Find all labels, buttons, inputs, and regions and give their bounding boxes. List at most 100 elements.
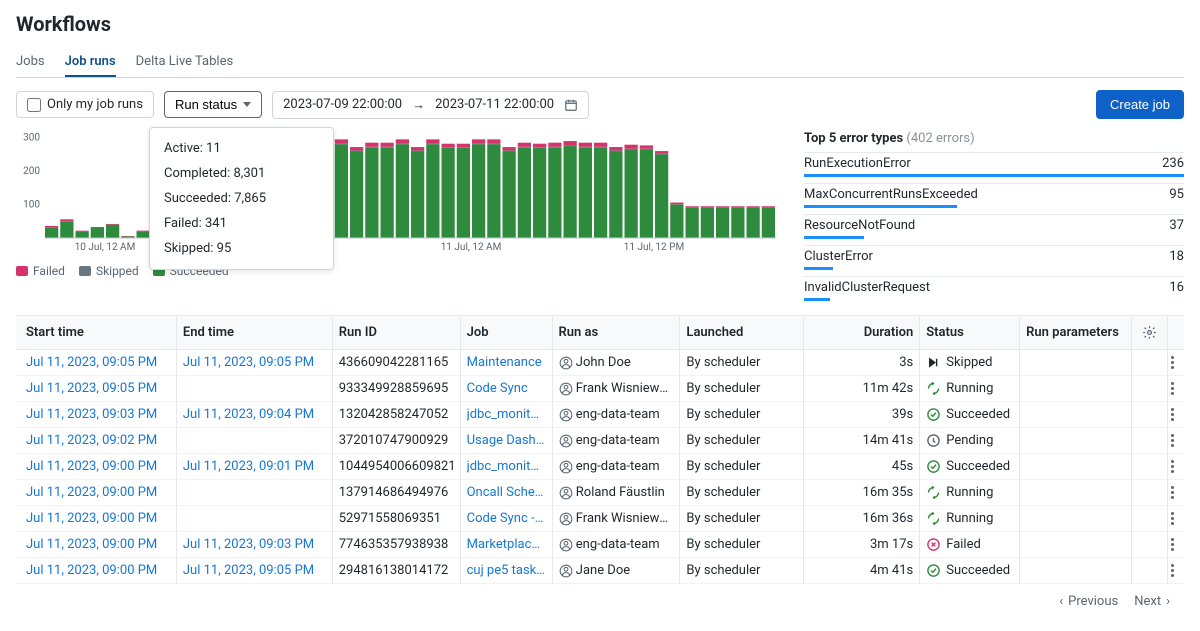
svg-text:11 Jul, 12 PM: 11 Jul, 12 PM (624, 242, 684, 253)
kebab-menu[interactable] (1171, 382, 1174, 395)
job-link[interactable]: jdbc_monitoring (467, 407, 546, 422)
error-bar (804, 267, 833, 270)
error-row[interactable]: ClusterError18 (804, 245, 1184, 276)
start-time-link[interactable]: Jul 11, 2023, 09:05 PM (26, 381, 157, 396)
job-link[interactable]: Maintenance (467, 355, 542, 370)
launched-by: By scheduler (679, 402, 803, 427)
col-runid[interactable]: Run ID (332, 316, 460, 349)
duration: 16m 35s (803, 480, 919, 505)
runas-name: Frank Wisniewski (576, 381, 674, 396)
date-from: 2023-07-09 22:00:00 (283, 97, 402, 112)
prev-page[interactable]: ‹ Previous (1059, 594, 1118, 609)
error-row[interactable]: ResourceNotFound37 (804, 214, 1184, 245)
error-name: MaxConcurrentRunsExceeded (804, 187, 978, 202)
start-time-link[interactable]: Jul 11, 2023, 09:00 PM (26, 511, 157, 526)
end-time-link[interactable]: Jul 11, 2023, 09:04 PM (183, 407, 314, 422)
error-count: 95 (1169, 187, 1184, 202)
start-time-link[interactable]: Jul 11, 2023, 09:00 PM (26, 563, 157, 578)
tab-dlt[interactable]: Delta Live Tables (136, 48, 234, 77)
start-time-link[interactable]: Jul 11, 2023, 09:00 PM (26, 537, 157, 552)
launched-by: By scheduler (679, 454, 803, 479)
user-icon (559, 408, 573, 422)
duration: 4m 41s (803, 558, 919, 583)
kebab-menu[interactable] (1171, 512, 1174, 525)
end-time-link[interactable]: Jul 11, 2023, 09:05 PM (183, 563, 314, 578)
col-launched[interactable]: Launched (679, 316, 803, 349)
user-icon (559, 512, 573, 526)
runas-name: John Doe (576, 355, 631, 370)
col-runas[interactable]: Run as (552, 316, 680, 349)
create-job-button[interactable]: Create job (1096, 90, 1184, 119)
error-row[interactable]: InvalidClusterRequest16 (804, 276, 1184, 307)
kebab-menu[interactable] (1171, 538, 1174, 551)
only-my-runs-input[interactable] (27, 98, 41, 112)
status-badge: Running (926, 485, 993, 500)
start-time-link[interactable]: Jul 11, 2023, 09:00 PM (26, 459, 157, 474)
error-row[interactable]: RunExecutionError236 (804, 152, 1184, 183)
job-link[interactable]: Oncall Schedule (467, 485, 546, 500)
run-status-dropdown[interactable]: Run status (164, 91, 262, 118)
end-time-link[interactable]: Jul 11, 2023, 09:03 PM (183, 537, 314, 552)
error-count: 18 (1169, 249, 1184, 264)
runs-chart: 10020030010 Jul, 12 AM10 Jul, 12 PM11 Ju… (16, 131, 786, 256)
kebab-menu[interactable] (1171, 434, 1174, 447)
col-duration[interactable]: Duration (803, 316, 919, 349)
date-range-picker[interactable]: 2023-07-09 22:00:00 → 2023-07-11 22:00:0… (272, 91, 589, 119)
dropdown-item-skipped[interactable]: Skipped: 95 (150, 236, 333, 261)
start-time-link[interactable]: Jul 11, 2023, 09:05 PM (26, 355, 157, 370)
status-badge: Running (926, 511, 993, 526)
error-name: ResourceNotFound (804, 218, 915, 233)
user-icon (559, 382, 573, 396)
start-time-link[interactable]: Jul 11, 2023, 09:02 PM (26, 433, 157, 448)
start-time-link[interactable]: Jul 11, 2023, 09:00 PM (26, 485, 157, 500)
legend-skipped: Skipped (79, 264, 139, 278)
user-icon (559, 434, 573, 448)
svg-text:100: 100 (23, 200, 40, 211)
end-time-link[interactable]: Jul 11, 2023, 09:01 PM (183, 459, 314, 474)
col-start[interactable]: Start time (16, 316, 176, 349)
duration: 45s (803, 454, 919, 479)
col-status[interactable]: Status (919, 316, 1019, 349)
col-job[interactable]: Job (460, 316, 552, 349)
job-link[interactable]: cuj pe5 task 3 a… (467, 563, 546, 578)
user-icon (559, 460, 573, 474)
duration: 39s (803, 402, 919, 427)
error-row[interactable]: MaxConcurrentRunsExceeded 95 (804, 183, 1184, 214)
start-time-link[interactable]: Jul 11, 2023, 09:03 PM (26, 407, 157, 422)
job-link[interactable]: Marketplace Lis… (467, 537, 546, 552)
end-time-link[interactable]: Jul 11, 2023, 09:05 PM (183, 355, 314, 370)
next-page[interactable]: Next › (1134, 594, 1170, 609)
tab-bar: Jobs Job runs Delta Live Tables (16, 48, 1184, 78)
duration: 3m 17s (803, 532, 919, 557)
kebab-menu[interactable] (1171, 486, 1174, 499)
date-to: 2023-07-11 22:00:00 (435, 97, 554, 112)
kebab-menu[interactable] (1171, 356, 1174, 369)
dropdown-item-failed[interactable]: Failed: 341 (150, 211, 333, 236)
job-link[interactable]: Code Sync (467, 381, 528, 396)
kebab-menu[interactable] (1171, 460, 1174, 473)
kebab-menu[interactable] (1171, 564, 1174, 577)
job-link[interactable]: Usage Dashboa… (467, 433, 546, 448)
dropdown-item-active[interactable]: Active: 11 (150, 136, 333, 161)
dropdown-item-succeeded[interactable]: Succeeded: 7,865 (150, 186, 333, 211)
tab-jobs[interactable]: Jobs (16, 48, 45, 77)
kebab-menu[interactable] (1171, 408, 1174, 421)
col-end[interactable]: End time (176, 316, 332, 349)
duration: 16m 36s (803, 506, 919, 531)
user-icon (559, 356, 573, 370)
job-link[interactable]: Code Sync - Co… (467, 511, 546, 526)
calendar-icon (564, 98, 578, 112)
error-name: InvalidClusterRequest (804, 280, 930, 295)
run-id: 137914686494976 (332, 480, 460, 505)
job-link[interactable]: jdbc_monitoring (467, 459, 546, 474)
dropdown-item-completed[interactable]: Completed: 8,301 (150, 161, 333, 186)
duration: 11m 42s (803, 376, 919, 401)
only-my-runs-checkbox[interactable]: Only my job runs (16, 91, 154, 118)
col-settings[interactable] (1131, 316, 1167, 349)
col-params[interactable]: Run parameters (1019, 316, 1131, 349)
runas-name: Frank Wisniewski (576, 511, 674, 526)
tab-job-runs[interactable]: Job runs (65, 48, 116, 77)
status-badge: Failed (926, 537, 981, 552)
run-id: 774635357938938 (332, 532, 460, 557)
error-name: RunExecutionError (804, 156, 911, 171)
